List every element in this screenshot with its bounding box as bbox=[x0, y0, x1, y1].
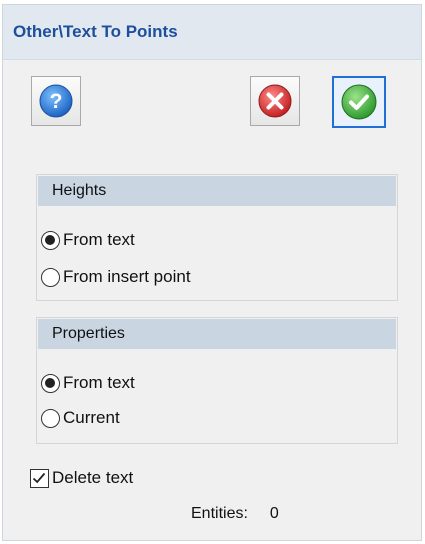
svg-text:?: ? bbox=[50, 90, 63, 113]
properties-group-header: Properties bbox=[38, 319, 396, 349]
heights-from-text-label: From text bbox=[63, 230, 135, 249]
entities-status: Entities: 0 bbox=[191, 505, 279, 523]
ok-button[interactable] bbox=[332, 76, 386, 128]
heights-from-insert-point-label: From insert point bbox=[63, 267, 191, 286]
properties-group: Properties From text Current bbox=[36, 317, 398, 444]
entities-label: Entities: bbox=[191, 505, 248, 522]
properties-header-label: Properties bbox=[52, 325, 125, 342]
checkmark-icon bbox=[341, 84, 377, 120]
heights-from-insert-point-radio[interactable] bbox=[41, 267, 60, 287]
properties-current-label: Current bbox=[63, 408, 120, 427]
close-icon bbox=[258, 84, 292, 118]
heights-from-text-option[interactable]: From text bbox=[41, 228, 135, 252]
delete-text-option[interactable]: Delete text bbox=[30, 466, 133, 490]
delete-text-label: Delete text bbox=[52, 468, 134, 487]
entities-count: 0 bbox=[269, 505, 279, 522]
delete-text-checkbox[interactable] bbox=[30, 468, 49, 488]
heights-from-text-radio[interactable] bbox=[41, 230, 60, 250]
panel-titlebar: Other\Text To Points bbox=[3, 5, 421, 60]
check-icon bbox=[32, 472, 46, 483]
text-to-points-panel: Other\Text To Points ? Heights From text… bbox=[2, 4, 422, 541]
heights-group-header: Heights bbox=[38, 176, 396, 206]
properties-from-text-radio[interactable] bbox=[41, 373, 60, 393]
properties-from-text-option[interactable]: From text bbox=[41, 371, 135, 395]
heights-header-label: Heights bbox=[52, 182, 107, 199]
properties-current-radio[interactable] bbox=[41, 408, 60, 428]
heights-from-insert-point-option[interactable]: From insert point bbox=[41, 265, 191, 289]
properties-current-option[interactable]: Current bbox=[41, 406, 120, 430]
panel-title: Other\Text To Points bbox=[13, 22, 178, 41]
help-button[interactable]: ? bbox=[31, 76, 81, 126]
question-icon: ? bbox=[39, 84, 73, 118]
heights-group: Heights From text From insert point bbox=[36, 174, 398, 301]
properties-from-text-label: From text bbox=[63, 373, 135, 392]
cancel-button[interactable] bbox=[250, 76, 300, 126]
